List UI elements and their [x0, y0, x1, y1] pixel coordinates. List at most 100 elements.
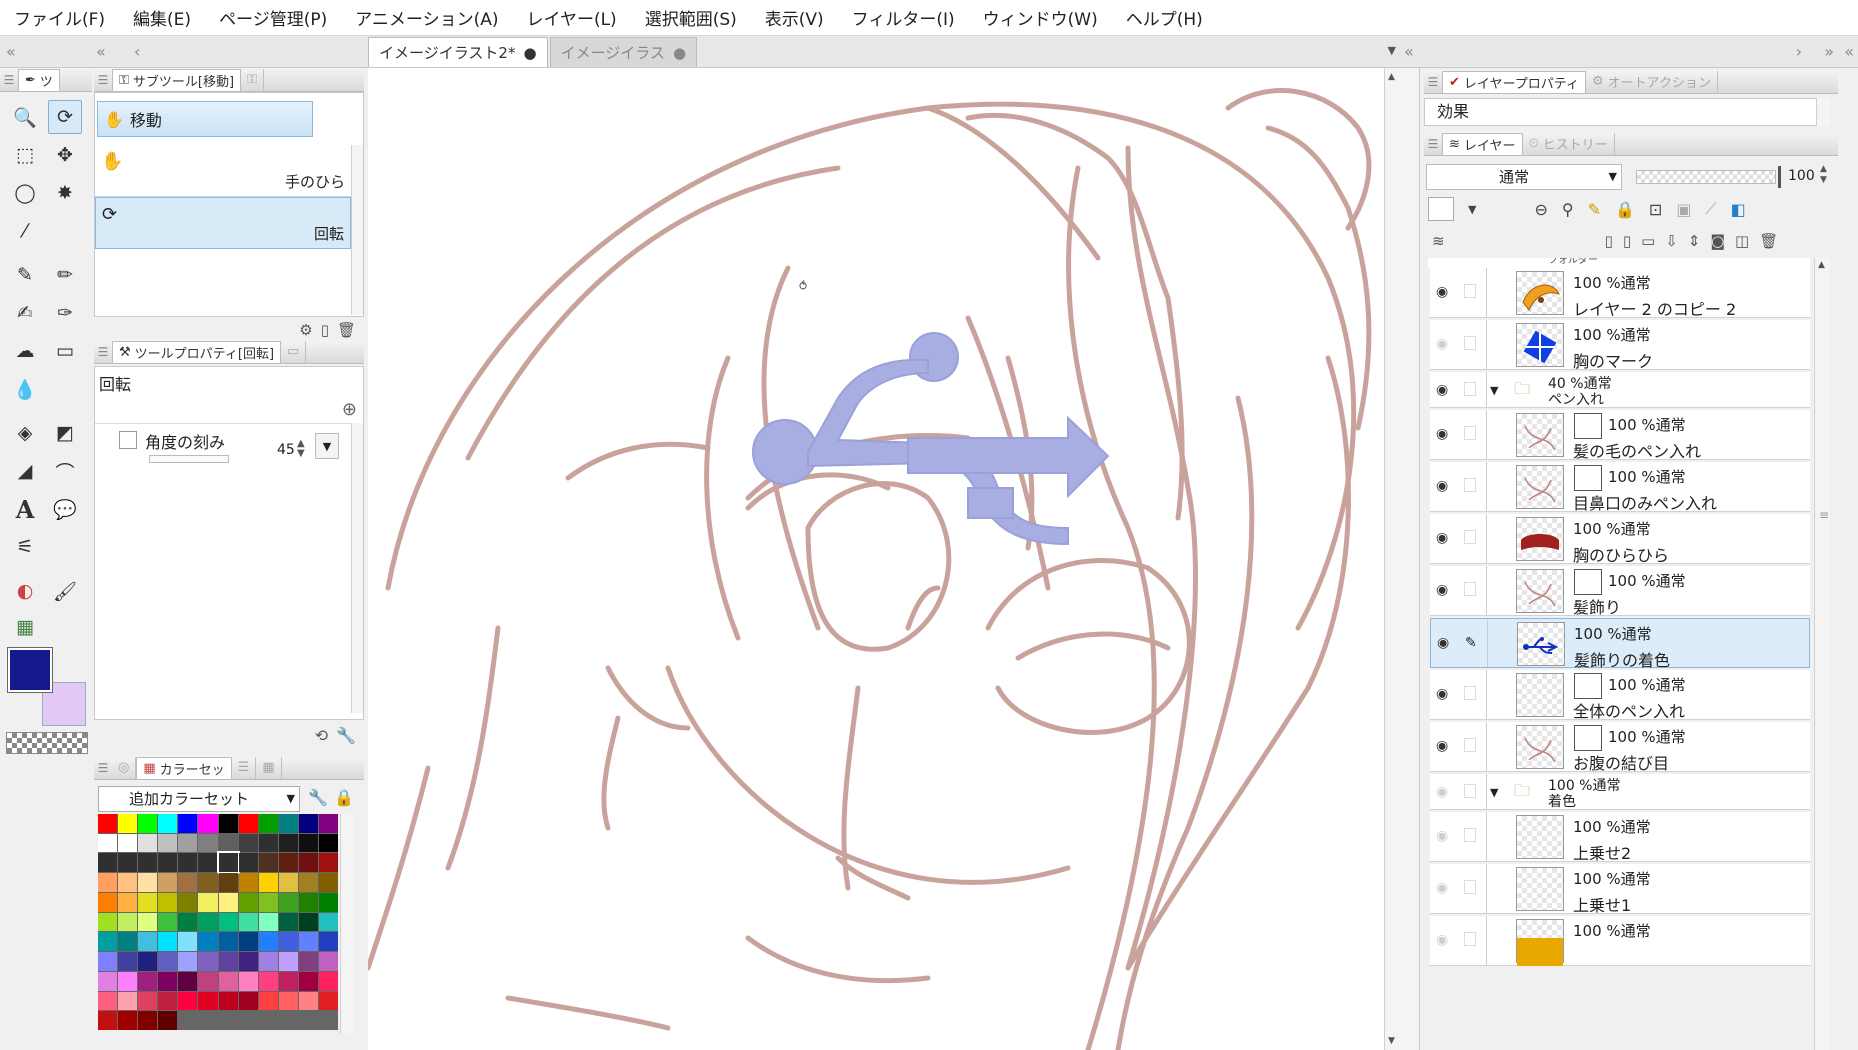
palette-swatch[interactable]: [198, 912, 218, 932]
layer-lock-toggle[interactable]: [1464, 426, 1476, 440]
palette-swatch[interactable]: [258, 873, 278, 892]
subtool-rotate[interactable]: ⟳ 回転: [95, 197, 351, 249]
palette-swatch[interactable]: [218, 971, 238, 991]
layer-row[interactable]: ◉ 100 %通常 上乗せ1: [1430, 864, 1810, 915]
palette-swatch[interactable]: [198, 952, 218, 971]
palette-swatch[interactable]: [278, 912, 298, 932]
menu-grip-icon[interactable]: ☰: [94, 68, 112, 91]
correct-line-tool-icon[interactable]: ⚟: [8, 530, 42, 564]
layer-color-icon[interactable]: ◧: [1731, 200, 1746, 219]
tab-color-sub[interactable]: ▦: [256, 756, 282, 779]
palette-swatch[interactable]: [218, 991, 238, 1011]
palette-swatch[interactable]: [158, 853, 178, 873]
palette-swatch[interactable]: [98, 853, 118, 873]
main-color-swatch[interactable]: [7, 647, 53, 693]
palette-swatch[interactable]: [198, 932, 218, 952]
palette-swatch[interactable]: [278, 932, 298, 952]
palette-swatch[interactable]: [218, 833, 238, 853]
palette-swatch[interactable]: [258, 991, 278, 1011]
palette-swatch[interactable]: [98, 814, 118, 833]
eye-icon[interactable]: ◉: [1436, 686, 1448, 702]
palette-swatch[interactable]: [238, 971, 258, 991]
trash-icon[interactable]: 🗑: [1759, 232, 1778, 250]
palette-swatch[interactable]: [318, 892, 338, 912]
new-page-icon[interactable]: ▯: [321, 321, 329, 339]
new-folder-icon[interactable]: ▭: [1641, 232, 1655, 250]
layer-lock-toggle[interactable]: [1464, 382, 1476, 396]
palette-swatch[interactable]: [118, 952, 138, 971]
palette-swatch[interactable]: [138, 853, 158, 873]
palette-swatch[interactable]: [258, 853, 278, 873]
merge-down-icon[interactable]: ⇩: [1665, 232, 1678, 250]
palette-swatch[interactable]: [318, 912, 338, 932]
palette-swatch[interactable]: [138, 952, 158, 971]
color-set-select[interactable]: 追加カラーセット ▼: [98, 786, 300, 812]
palette-swatch[interactable]: [258, 892, 278, 912]
palette-swatch[interactable]: [118, 1011, 138, 1030]
palette-swatch[interactable]: [238, 892, 258, 912]
layer-lock-toggle[interactable]: [1464, 738, 1476, 752]
fill-tool-icon[interactable]: ◈: [8, 416, 42, 450]
eye-icon[interactable]: ◉: [1436, 828, 1448, 844]
palette-swatch[interactable]: [218, 892, 238, 912]
transparent-color-swatch[interactable]: [6, 732, 88, 754]
collapse-dock-icon[interactable]: «: [1844, 42, 1854, 61]
palette-swatch[interactable]: [278, 833, 298, 853]
new-raster-icon[interactable]: ▯: [1605, 232, 1613, 250]
palette-scrollbar[interactable]: [340, 814, 354, 1034]
menu-item-7[interactable]: フィルター(I): [852, 5, 955, 30]
marker-tool-icon[interactable]: ◐: [8, 574, 42, 608]
palette-swatch[interactable]: [98, 892, 118, 912]
palette-swatch[interactable]: [318, 814, 338, 833]
palette-swatch[interactable]: [138, 873, 158, 892]
zoom-detail-icon[interactable]: ⊕: [342, 399, 357, 420]
menu-item-9[interactable]: ヘルプ(H): [1126, 5, 1203, 30]
layer-lock-toggle[interactable]: [1464, 686, 1476, 700]
palette-swatch[interactable]: [118, 932, 138, 952]
tab-document-1[interactable]: イメージイラスト2* ●: [368, 37, 548, 67]
menu-grip-icon[interactable]: ☰: [1424, 70, 1442, 93]
mask-apply-icon[interactable]: ◫: [1735, 232, 1749, 250]
chevron-down-icon[interactable]: ▼: [1388, 44, 1396, 57]
palette-swatch[interactable]: [198, 892, 218, 912]
ruler-tool-icon[interactable]: ⌒: [48, 454, 82, 488]
palette-swatch[interactable]: [298, 971, 318, 991]
palette-swatch[interactable]: [178, 814, 198, 833]
eye-icon[interactable]: ◉: [1437, 635, 1449, 651]
palette-swatch[interactable]: [198, 873, 218, 892]
palette-swatch[interactable]: [198, 991, 218, 1011]
opacity-slider[interactable]: [1636, 170, 1776, 184]
reset-icon[interactable]: ⟲: [315, 726, 328, 745]
palette-swatch[interactable]: [258, 833, 278, 853]
palette-swatch[interactable]: [238, 932, 258, 952]
toolprop-scrollbar[interactable]: [351, 423, 363, 713]
tab-layer[interactable]: ≋ レイヤー: [1442, 132, 1523, 155]
color-palette-grid[interactable]: [98, 814, 338, 1030]
palette-swatch[interactable]: [278, 814, 298, 833]
palette-swatch[interactable]: [298, 952, 318, 971]
palette-swatch[interactable]: [138, 991, 158, 1011]
pen-tool-icon[interactable]: ✎: [8, 258, 42, 292]
pencil-tool-icon[interactable]: ✏: [48, 258, 82, 292]
tab-history[interactable]: ⏲ ヒストリー: [1523, 132, 1615, 155]
layer-lock-toggle[interactable]: [1464, 582, 1476, 596]
palette-swatch[interactable]: [118, 971, 138, 991]
ruler-icon[interactable]: ⟋: [1705, 199, 1716, 219]
palette-swatch[interactable]: [218, 932, 238, 952]
palette-swatch[interactable]: [158, 991, 178, 1011]
layer-row[interactable]: ◉ 100 %通常 レイヤー 2 のコピー 2: [1430, 268, 1810, 319]
tab-color-set[interactable]: ▦ カラーセッ: [136, 756, 232, 779]
palette-swatch[interactable]: [138, 1011, 158, 1030]
chevron-left-icon[interactable]: ‹: [134, 42, 140, 61]
palette-swatch[interactable]: [218, 952, 238, 971]
layer-row[interactable]: ◉ 100 %通常: [1430, 916, 1810, 966]
palette-swatch[interactable]: [178, 932, 198, 952]
eye-icon[interactable]: ◉: [1436, 784, 1448, 800]
menu-item-3[interactable]: アニメーション(A): [355, 5, 498, 30]
draft-icon[interactable]: ✎: [1588, 200, 1601, 219]
layers-icon[interactable]: ≋: [1432, 232, 1445, 250]
subtool-group-move[interactable]: ✋ 移動: [97, 101, 313, 137]
eye-icon[interactable]: ◉: [1436, 738, 1448, 754]
tab-layer-property[interactable]: ✔ レイヤープロパティ: [1442, 70, 1586, 93]
layer-row[interactable]: ◉ ✎ 100 %通常 髪飾りの着色: [1430, 618, 1810, 670]
